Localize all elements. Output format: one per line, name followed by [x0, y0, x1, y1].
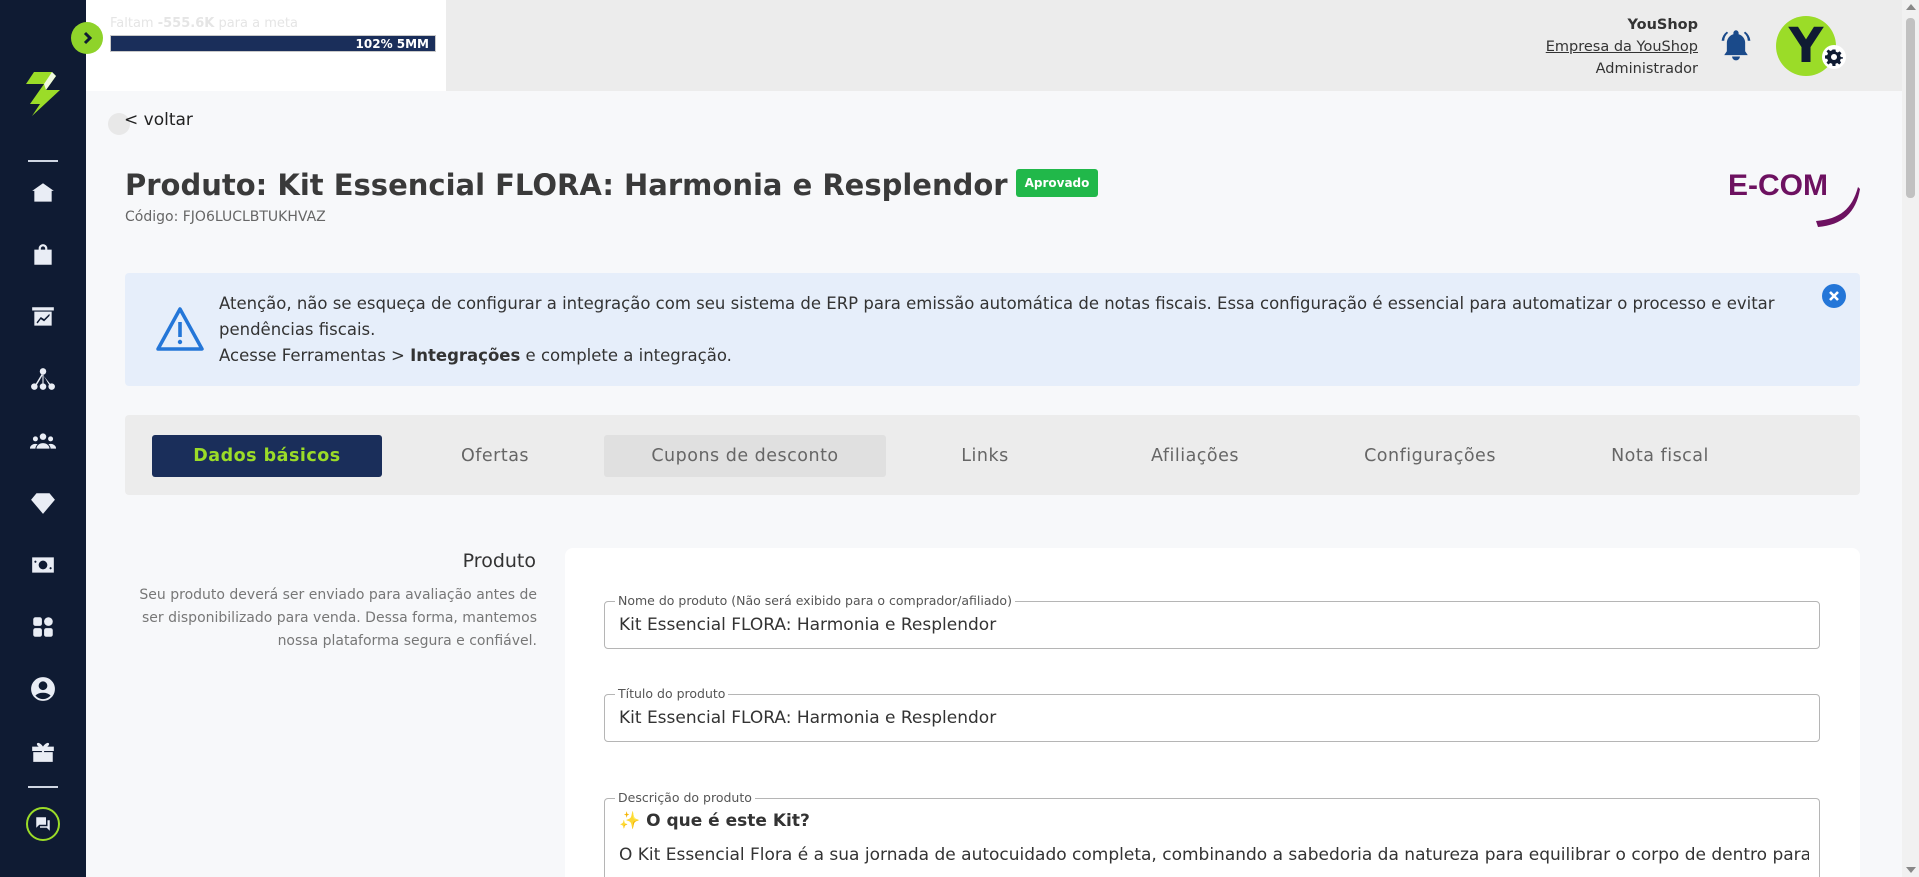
sidebar-divider — [28, 160, 58, 162]
alert-line-2: Acesse Ferramentas > Integrações e compl… — [219, 346, 732, 365]
user-info: YouShop Empresa da YouShop Administrador — [1546, 14, 1698, 80]
user-name: YouShop — [1627, 17, 1698, 33]
app-logo-icon[interactable] — [22, 70, 64, 118]
profile-icon[interactable] — [28, 674, 58, 704]
product-name-field[interactable]: Nome do produto (Não será exibido para o… — [604, 593, 1820, 649]
description-heading: ✨ O que é este Kit? — [619, 811, 810, 831]
product-description-label: Descrição do produto — [615, 790, 755, 805]
tab-ofertas[interactable]: Ofertas — [395, 435, 595, 477]
tab-nota-fiscal[interactable]: Nota fiscal — [1555, 435, 1765, 477]
users-icon[interactable] — [28, 426, 58, 456]
sales-goal-widget: Faltam -555.6K para a meta 102% 5MM — [86, 0, 446, 91]
scroll-up-icon[interactable] — [1906, 4, 1916, 10]
sidebar-divider — [28, 786, 58, 788]
tab-afiliacoes[interactable]: Afiliações — [1085, 435, 1305, 477]
goal-progress-label: 102% 5MM — [355, 37, 429, 51]
scroll-down-icon[interactable] — [1906, 867, 1916, 873]
apps-icon[interactable] — [28, 612, 58, 642]
product-title-label: Título do produto — [615, 686, 729, 701]
section-title: Produto — [462, 550, 536, 572]
product-code: Código: FJO6LUCLBTUKHVAZ — [125, 209, 326, 225]
page-title: Produto: Kit Essencial FLORA: Harmonia e… — [125, 168, 1099, 202]
status-badge: Aprovado — [1015, 169, 1099, 197]
goal-text: Faltam -555.6K para a meta — [110, 16, 298, 31]
alert-message: Atenção, não se esqueça de configurar a … — [219, 291, 1779, 369]
integrations-link[interactable]: Integrações — [410, 346, 520, 365]
chart-board-icon[interactable] — [28, 302, 58, 332]
sidebar-toggle-button[interactable] — [71, 22, 103, 54]
product-name-value: Kit Essencial FLORA: Harmonia e Resplend… — [619, 615, 997, 635]
diamond-icon[interactable] — [28, 488, 58, 518]
brand-logo: E-COM — [1728, 169, 1860, 227]
close-alert-icon[interactable] — [1822, 284, 1846, 308]
chat-icon[interactable] — [26, 807, 60, 841]
cash-icon[interactable] — [28, 550, 58, 580]
product-name-label: Nome do produto (Não será exibido para o… — [615, 593, 1015, 608]
section-description: Seu produto deverá ser enviado para aval… — [139, 587, 537, 649]
tab-dados-basicos[interactable]: Dados básicos — [152, 435, 382, 477]
tab-configuracoes[interactable]: Configurações — [1315, 435, 1545, 477]
sidebar — [0, 0, 86, 877]
user-role: Administrador — [1595, 61, 1698, 77]
goal-progress-bar: 102% 5MM — [110, 35, 436, 52]
scrollbar-thumb[interactable] — [1906, 18, 1915, 198]
back-link[interactable]: < voltar — [124, 110, 193, 130]
home-icon[interactable] — [28, 178, 58, 208]
brand-logo-text: E-COM — [1728, 169, 1828, 202]
network-icon[interactable] — [28, 364, 58, 394]
description-body: O Kit Essencial Flora é a sua jornada de… — [619, 845, 1809, 865]
product-title-value: Kit Essencial FLORA: Harmonia e Resplend… — [619, 708, 997, 728]
product-title-field[interactable]: Título do produto Kit Essencial FLORA: H… — [604, 686, 1820, 742]
settings-gear-icon[interactable] — [1822, 45, 1846, 69]
bag-icon[interactable] — [28, 240, 58, 270]
product-title: Produto: Kit Essencial FLORA: Harmonia e… — [125, 168, 1008, 202]
erp-integration-alert: Atenção, não se esqueça de configurar a … — [125, 273, 1860, 386]
warning-icon — [156, 307, 204, 351]
tab-cupons-de-desconto[interactable]: Cupons de desconto — [604, 435, 886, 477]
product-description-field[interactable]: Descrição do produto ✨ O que é este Kit?… — [604, 790, 1820, 877]
company-link[interactable]: Empresa da YouShop — [1546, 36, 1698, 58]
tab-links[interactable]: Links — [895, 435, 1075, 477]
gift-icon[interactable] — [28, 736, 58, 766]
page-scrollbar[interactable] — [1902, 0, 1919, 877]
notification-bell-icon[interactable] — [1720, 29, 1752, 63]
product-tabs: Dados básicos Ofertas Cupons de desconto… — [125, 415, 1860, 495]
alert-line-1: Atenção, não se esqueça de configurar a … — [219, 294, 1775, 339]
